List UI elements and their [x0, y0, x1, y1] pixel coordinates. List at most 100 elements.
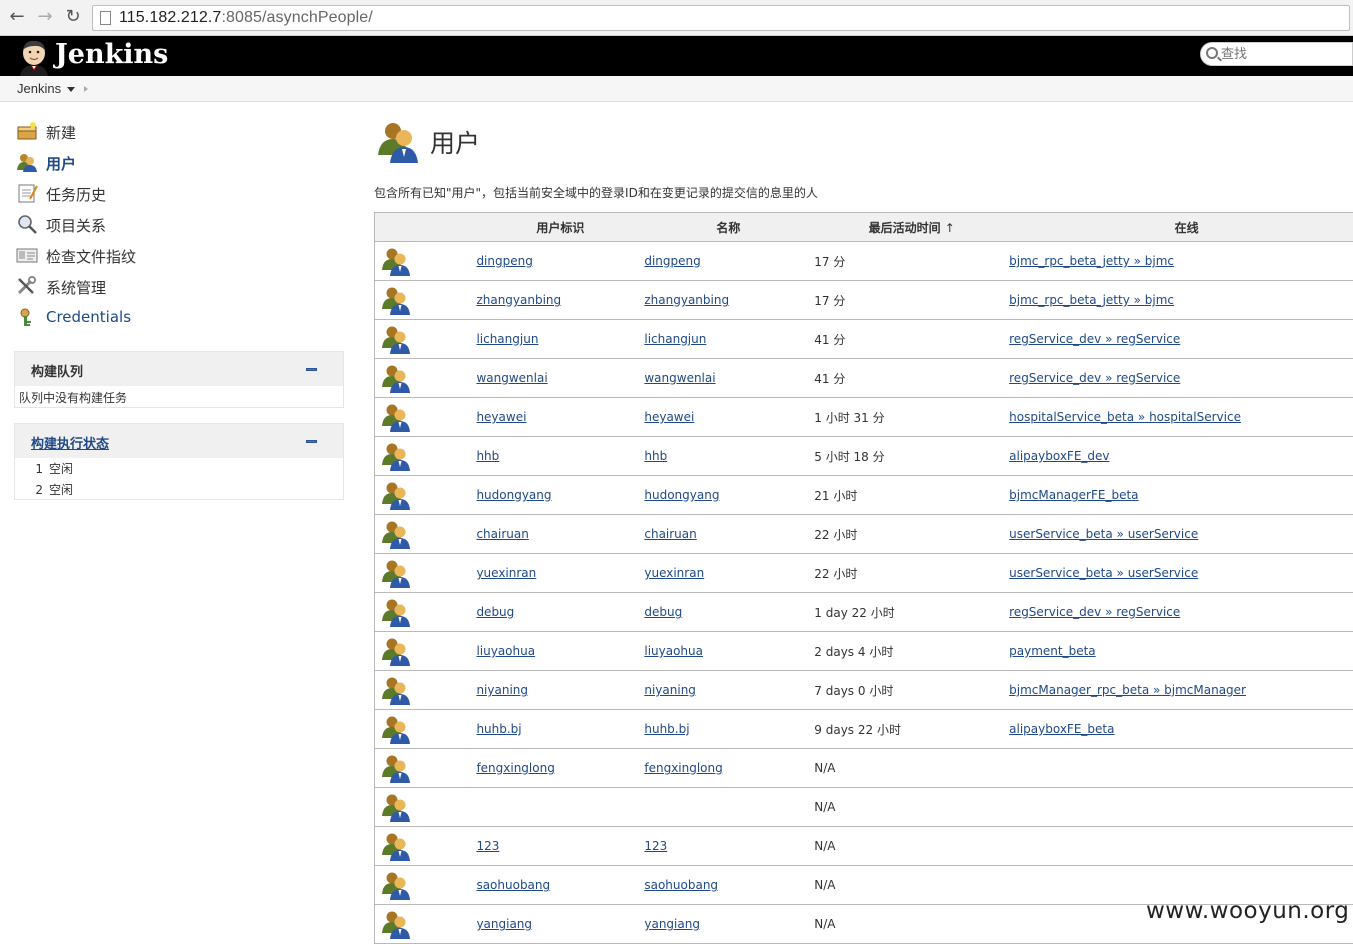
user-id-link[interactable]: niyaning — [476, 683, 528, 697]
user-name-link[interactable]: huhb.bj — [644, 722, 689, 736]
task-project-relationship[interactable]: 项目关系 — [16, 211, 216, 242]
user-icon — [381, 675, 411, 705]
user-id-link[interactable]: yangiang — [476, 917, 532, 931]
search-icon — [16, 214, 38, 234]
online-project-link[interactable]: hospitalService_beta » hospitalService — [1009, 410, 1241, 424]
task-build-history[interactable]: 任务历史 — [16, 180, 216, 211]
task-new[interactable]: 新建 — [16, 118, 216, 149]
online-project-link[interactable]: alipayboxFE_beta — [1009, 722, 1114, 736]
user-id-link[interactable]: saohuobang — [476, 878, 550, 892]
user-id-link[interactable]: heyawei — [476, 410, 526, 424]
user-name-link[interactable]: zhangyanbing — [644, 293, 729, 307]
user-id-link[interactable]: dingpeng — [476, 254, 532, 268]
user-id-link[interactable]: chairuan — [476, 527, 528, 541]
user-name-link[interactable]: debug — [644, 605, 682, 619]
last-active-cell: N/A — [812, 788, 1009, 827]
user-id-link[interactable]: 123 — [476, 839, 499, 853]
user-name-link[interactable]: heyawei — [644, 410, 694, 424]
user-name-link[interactable]: 123 — [644, 839, 667, 853]
user-name-link[interactable]: yangiang — [644, 917, 700, 931]
user-name-link[interactable]: lichangjun — [644, 332, 706, 346]
online-project-link[interactable]: bjmc_rpc_beta_jetty » bjmc — [1009, 293, 1174, 307]
user-id-link[interactable]: zhangyanbing — [476, 293, 561, 307]
user-name-link[interactable]: fengxinglong — [644, 761, 722, 775]
reload-icon[interactable]: ↻ — [62, 6, 84, 28]
user-id-column-header[interactable]: 用户标识 — [476, 213, 644, 242]
jenkins-title[interactable]: Jenkins — [55, 39, 168, 70]
online-column-header[interactable]: 在线 — [1009, 213, 1353, 242]
user-name-cell: debug — [644, 593, 812, 632]
search-input[interactable] — [1221, 45, 1349, 63]
online-cell: userService_beta » userService — [1009, 515, 1353, 554]
user-icon-cell — [375, 788, 477, 827]
task-label: 新建 — [46, 122, 76, 143]
online-cell: payment_beta — [1009, 632, 1353, 671]
collapse-icon[interactable] — [306, 440, 317, 443]
build-queue-pane: 构建队列 队列中没有构建任务 — [14, 351, 344, 408]
online-project-link[interactable]: userService_beta » userService — [1009, 566, 1198, 580]
user-name-link[interactable]: liuyaohua — [644, 644, 703, 658]
task-manage[interactable]: 系统管理 — [16, 273, 216, 304]
user-id-link[interactable]: huhb.bj — [476, 722, 521, 736]
online-project-link[interactable]: bjmcManagerFE_beta — [1009, 488, 1138, 502]
back-icon[interactable]: ← — [6, 6, 28, 28]
breadcrumb-jenkins[interactable]: Jenkins — [17, 81, 61, 96]
user-id-link[interactable]: yuexinran — [476, 566, 536, 580]
name-column-header[interactable]: 名称 — [644, 213, 812, 242]
user-id-cell: heyawei — [476, 398, 644, 437]
breadcrumb-separator-icon — [84, 86, 88, 92]
user-name-link[interactable]: hudongyang — [644, 488, 719, 502]
user-id-link[interactable]: hhb — [476, 449, 499, 463]
user-name-link[interactable]: yuexinran — [644, 566, 704, 580]
jenkins-butler-icon[interactable] — [16, 38, 52, 76]
forward-icon[interactable]: → — [34, 6, 56, 28]
online-project-link[interactable]: alipayboxFE_dev — [1009, 449, 1109, 463]
executor-title[interactable]: 构建执行状态 — [31, 433, 109, 452]
online-project-link[interactable]: userService_beta » userService — [1009, 527, 1198, 541]
online-project-link[interactable]: bjmcManager_rpc_beta » bjmcManager — [1009, 683, 1246, 697]
user-name-link[interactable]: chairuan — [644, 527, 696, 541]
url-text[interactable]: 115.182.212.7:8085/asynchPeople/ — [119, 9, 373, 27]
user-id-link[interactable]: debug — [476, 605, 514, 619]
task-credentials[interactable]: Credentials — [16, 304, 216, 335]
new-job-icon — [16, 121, 38, 141]
online-cell — [1009, 788, 1353, 827]
address-bar[interactable]: 115.182.212.7:8085/asynchPeople/ — [92, 5, 1350, 31]
user-icon — [381, 480, 411, 510]
online-project-link[interactable]: regService_dev » regService — [1009, 605, 1180, 619]
jenkins-header: Jenkins — [0, 36, 1353, 76]
users-large-icon — [376, 119, 420, 163]
online-project-link[interactable]: regService_dev » regService — [1009, 332, 1180, 346]
user-icon — [381, 753, 411, 783]
user-id-link[interactable]: hudongyang — [476, 488, 551, 502]
user-icon — [381, 558, 411, 588]
user-id-link[interactable]: liuyaohua — [476, 644, 535, 658]
online-project-link[interactable]: regService_dev » regService — [1009, 371, 1180, 385]
table-row: debugdebug1 day 22 小时regService_dev » re… — [375, 593, 1353, 632]
user-name-link[interactable]: niyaning — [644, 683, 696, 697]
user-icon — [381, 597, 411, 627]
user-name-link[interactable]: hhb — [644, 449, 667, 463]
last-active-column-header[interactable]: 最后活动时间 ↑ — [812, 213, 1009, 242]
task-people[interactable]: 用户 — [16, 149, 216, 180]
user-id-link[interactable]: fengxinglong — [476, 761, 554, 775]
user-id-cell: hhb — [476, 437, 644, 476]
user-icon — [381, 402, 411, 432]
table-header-row: 用户标识 名称 最后活动时间 ↑ 在线 — [375, 213, 1353, 242]
user-icon-cell — [375, 593, 477, 632]
search-box[interactable] — [1200, 42, 1353, 66]
user-icon-cell — [375, 515, 477, 554]
user-name-link[interactable]: wangwenlai — [644, 371, 715, 385]
online-project-link[interactable]: bjmc_rpc_beta_jetty » bjmc — [1009, 254, 1174, 268]
user-id-link[interactable]: wangwenlai — [476, 371, 547, 385]
online-project-link[interactable]: payment_beta — [1009, 644, 1096, 658]
collapse-icon[interactable] — [306, 368, 317, 371]
url-host: 115.182.212.7 — [119, 9, 221, 26]
user-name-cell: saohuobang — [644, 866, 812, 905]
user-icon — [381, 324, 411, 354]
user-name-link[interactable]: dingpeng — [644, 254, 700, 268]
user-id-link[interactable]: lichangjun — [476, 332, 538, 346]
chevron-down-icon[interactable] — [67, 87, 75, 92]
task-fingerprint[interactable]: 检查文件指纹 — [16, 242, 216, 273]
user-name-link[interactable]: saohuobang — [644, 878, 718, 892]
